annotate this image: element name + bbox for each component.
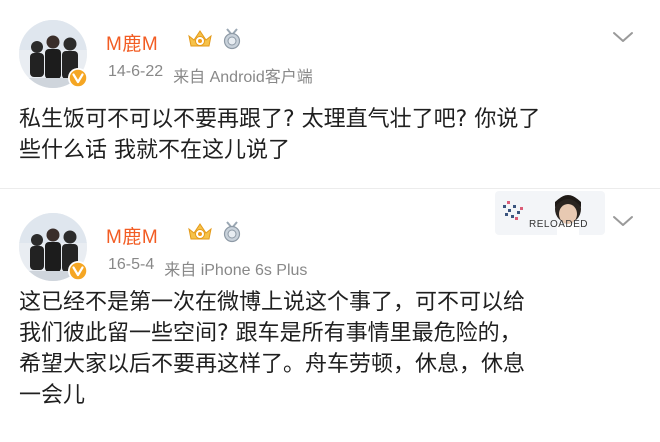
verified-badge [68,68,88,88]
post-date[interactable]: 14-6-22 [108,63,163,87]
medal-icon[interactable] [221,28,243,50]
post-meta: 16-5-4 来自 iPhone 6s Plus [108,256,307,280]
post-content: 这已经不是第一次在微博上说这个事了，可不可以给 我们彼此留一些空间? 跟车是所有… [19,290,526,408]
verified-v-icon [68,68,88,88]
post-date[interactable]: 16-5-4 [108,256,154,280]
profile-card-decoration[interactable]: RELOADED [495,191,605,235]
verified-v-icon [68,261,88,281]
user-badges [186,221,243,243]
card-label: RELOADED [529,219,589,230]
post-source: 来自 iPhone 6s Plus [164,262,308,279]
weibo-post: M鹿M 14-6-22 来自 Android客户端 私生饭可不可以不要再跟了? … [0,0,660,188]
medal-icon[interactable] [221,221,243,243]
post-content: 私生饭可不可以不要再跟了? 太理直气壮了吧? 你说了 些什么话 我就不在这儿说了 [19,107,541,163]
post-source: 来自 Android客户端 [173,69,313,86]
username[interactable]: M鹿M [106,222,158,249]
user-badges [186,28,243,50]
username[interactable]: M鹿M [106,29,158,56]
weibo-post: RELOADED M鹿M 16-5-4 来自 iPhone 6s Plus 这已… [0,188,660,442]
crown-level-icon[interactable] [186,221,214,243]
chevron-down-icon[interactable] [612,214,634,228]
verified-badge [68,261,88,281]
post-meta: 14-6-22 来自 Android客户端 [108,63,313,87]
crown-level-icon[interactable] [186,28,214,50]
chevron-down-icon[interactable] [612,30,634,44]
